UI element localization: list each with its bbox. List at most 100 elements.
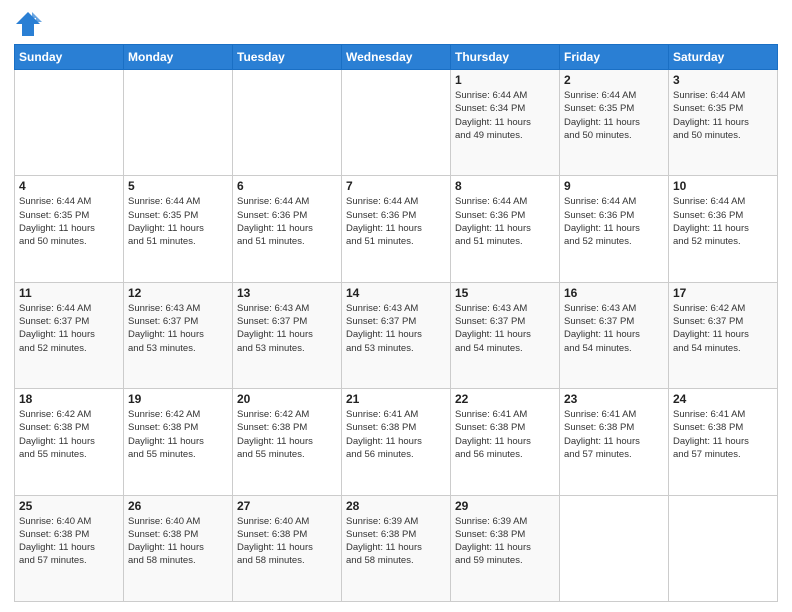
calendar: SundayMondayTuesdayWednesdayThursdayFrid… [14,44,778,602]
page: SundayMondayTuesdayWednesdayThursdayFrid… [0,0,792,612]
weekday-header: Sunday [15,45,124,70]
day-info: Sunrise: 6:43 AM Sunset: 6:37 PM Dayligh… [455,302,555,355]
header [14,10,778,38]
day-info: Sunrise: 6:40 AM Sunset: 6:38 PM Dayligh… [128,515,228,568]
weekday-header: Saturday [669,45,778,70]
day-number: 10 [673,179,773,193]
day-info: Sunrise: 6:41 AM Sunset: 6:38 PM Dayligh… [455,408,555,461]
calendar-cell: 15 Sunrise: 6:43 AM Sunset: 6:37 PM Dayli… [451,282,560,388]
day-info: Sunrise: 6:40 AM Sunset: 6:38 PM Dayligh… [19,515,119,568]
logo-icon [14,10,42,38]
day-number: 24 [673,392,773,406]
day-info: Sunrise: 6:43 AM Sunset: 6:37 PM Dayligh… [564,302,664,355]
day-info: Sunrise: 6:42 AM Sunset: 6:38 PM Dayligh… [237,408,337,461]
day-number: 8 [455,179,555,193]
calendar-cell: 11 Sunrise: 6:44 AM Sunset: 6:37 PM Dayli… [15,282,124,388]
day-info: Sunrise: 6:42 AM Sunset: 6:38 PM Dayligh… [19,408,119,461]
day-number: 6 [237,179,337,193]
calendar-cell: 27 Sunrise: 6:40 AM Sunset: 6:38 PM Dayli… [233,495,342,601]
calendar-cell: 24 Sunrise: 6:41 AM Sunset: 6:38 PM Dayli… [669,389,778,495]
weekday-header: Monday [124,45,233,70]
day-info: Sunrise: 6:44 AM Sunset: 6:35 PM Dayligh… [564,89,664,142]
calendar-week: 11 Sunrise: 6:44 AM Sunset: 6:37 PM Dayli… [15,282,778,388]
day-number: 11 [19,286,119,300]
day-info: Sunrise: 6:41 AM Sunset: 6:38 PM Dayligh… [564,408,664,461]
calendar-cell: 25 Sunrise: 6:40 AM Sunset: 6:38 PM Dayli… [15,495,124,601]
calendar-cell [669,495,778,601]
calendar-week: 18 Sunrise: 6:42 AM Sunset: 6:38 PM Dayli… [15,389,778,495]
day-number: 14 [346,286,446,300]
calendar-cell: 2 Sunrise: 6:44 AM Sunset: 6:35 PM Daylig… [560,70,669,176]
calendar-cell [124,70,233,176]
day-number: 19 [128,392,228,406]
day-info: Sunrise: 6:41 AM Sunset: 6:38 PM Dayligh… [346,408,446,461]
day-number: 27 [237,499,337,513]
weekday-row: SundayMondayTuesdayWednesdayThursdayFrid… [15,45,778,70]
day-info: Sunrise: 6:43 AM Sunset: 6:37 PM Dayligh… [237,302,337,355]
weekday-header: Wednesday [342,45,451,70]
calendar-cell: 16 Sunrise: 6:43 AM Sunset: 6:37 PM Dayli… [560,282,669,388]
calendar-cell: 19 Sunrise: 6:42 AM Sunset: 6:38 PM Dayli… [124,389,233,495]
calendar-body: 1 Sunrise: 6:44 AM Sunset: 6:34 PM Daylig… [15,70,778,602]
calendar-week: 1 Sunrise: 6:44 AM Sunset: 6:34 PM Daylig… [15,70,778,176]
day-info: Sunrise: 6:41 AM Sunset: 6:38 PM Dayligh… [673,408,773,461]
day-number: 20 [237,392,337,406]
day-number: 23 [564,392,664,406]
calendar-cell: 21 Sunrise: 6:41 AM Sunset: 6:38 PM Dayli… [342,389,451,495]
calendar-cell: 7 Sunrise: 6:44 AM Sunset: 6:36 PM Daylig… [342,176,451,282]
calendar-cell: 9 Sunrise: 6:44 AM Sunset: 6:36 PM Daylig… [560,176,669,282]
calendar-cell: 3 Sunrise: 6:44 AM Sunset: 6:35 PM Daylig… [669,70,778,176]
calendar-cell: 6 Sunrise: 6:44 AM Sunset: 6:36 PM Daylig… [233,176,342,282]
day-info: Sunrise: 6:44 AM Sunset: 6:36 PM Dayligh… [673,195,773,248]
day-number: 12 [128,286,228,300]
day-info: Sunrise: 6:40 AM Sunset: 6:38 PM Dayligh… [237,515,337,568]
calendar-cell [560,495,669,601]
day-number: 2 [564,73,664,87]
calendar-cell: 26 Sunrise: 6:40 AM Sunset: 6:38 PM Dayli… [124,495,233,601]
day-number: 29 [455,499,555,513]
calendar-cell: 28Sunrise: 6:39 AM Sunset: 6:38 PM Dayli… [342,495,451,601]
weekday-header: Tuesday [233,45,342,70]
calendar-cell: 23 Sunrise: 6:41 AM Sunset: 6:38 PM Dayli… [560,389,669,495]
day-number: 26 [128,499,228,513]
calendar-cell: 1 Sunrise: 6:44 AM Sunset: 6:34 PM Daylig… [451,70,560,176]
calendar-cell: 8 Sunrise: 6:44 AM Sunset: 6:36 PM Daylig… [451,176,560,282]
day-info: Sunrise: 6:44 AM Sunset: 6:35 PM Dayligh… [19,195,119,248]
calendar-header: SundayMondayTuesdayWednesdayThursdayFrid… [15,45,778,70]
day-info: Sunrise: 6:42 AM Sunset: 6:38 PM Dayligh… [128,408,228,461]
calendar-cell: 4Sunrise: 6:44 AM Sunset: 6:35 PM Daylig… [15,176,124,282]
day-number: 1 [455,73,555,87]
day-number: 3 [673,73,773,87]
day-info: Sunrise: 6:39 AM Sunset: 6:38 PM Dayligh… [455,515,555,568]
calendar-week: 25 Sunrise: 6:40 AM Sunset: 6:38 PM Dayli… [15,495,778,601]
calendar-cell: 10 Sunrise: 6:44 AM Sunset: 6:36 PM Dayli… [669,176,778,282]
calendar-cell: 29 Sunrise: 6:39 AM Sunset: 6:38 PM Dayli… [451,495,560,601]
calendar-cell [342,70,451,176]
day-number: 21 [346,392,446,406]
calendar-cell: 5Sunrise: 6:44 AM Sunset: 6:35 PM Daylig… [124,176,233,282]
day-number: 18 [19,392,119,406]
day-info: Sunrise: 6:42 AM Sunset: 6:37 PM Dayligh… [673,302,773,355]
logo [14,10,46,38]
calendar-cell: 20 Sunrise: 6:42 AM Sunset: 6:38 PM Dayli… [233,389,342,495]
day-info: Sunrise: 6:44 AM Sunset: 6:36 PM Dayligh… [346,195,446,248]
day-info: Sunrise: 6:44 AM Sunset: 6:36 PM Dayligh… [237,195,337,248]
day-info: Sunrise: 6:44 AM Sunset: 6:35 PM Dayligh… [673,89,773,142]
day-number: 17 [673,286,773,300]
day-number: 16 [564,286,664,300]
day-info: Sunrise: 6:43 AM Sunset: 6:37 PM Dayligh… [128,302,228,355]
day-number: 13 [237,286,337,300]
day-number: 15 [455,286,555,300]
day-info: Sunrise: 6:44 AM Sunset: 6:37 PM Dayligh… [19,302,119,355]
day-info: Sunrise: 6:44 AM Sunset: 6:36 PM Dayligh… [564,195,664,248]
day-info: Sunrise: 6:44 AM Sunset: 6:36 PM Dayligh… [455,195,555,248]
day-number: 25 [19,499,119,513]
day-info: Sunrise: 6:44 AM Sunset: 6:34 PM Dayligh… [455,89,555,142]
day-number: 9 [564,179,664,193]
day-info: Sunrise: 6:43 AM Sunset: 6:37 PM Dayligh… [346,302,446,355]
calendar-cell: 14 Sunrise: 6:43 AM Sunset: 6:37 PM Dayli… [342,282,451,388]
weekday-header: Thursday [451,45,560,70]
calendar-cell: 22Sunrise: 6:41 AM Sunset: 6:38 PM Dayli… [451,389,560,495]
calendar-cell [233,70,342,176]
day-number: 7 [346,179,446,193]
